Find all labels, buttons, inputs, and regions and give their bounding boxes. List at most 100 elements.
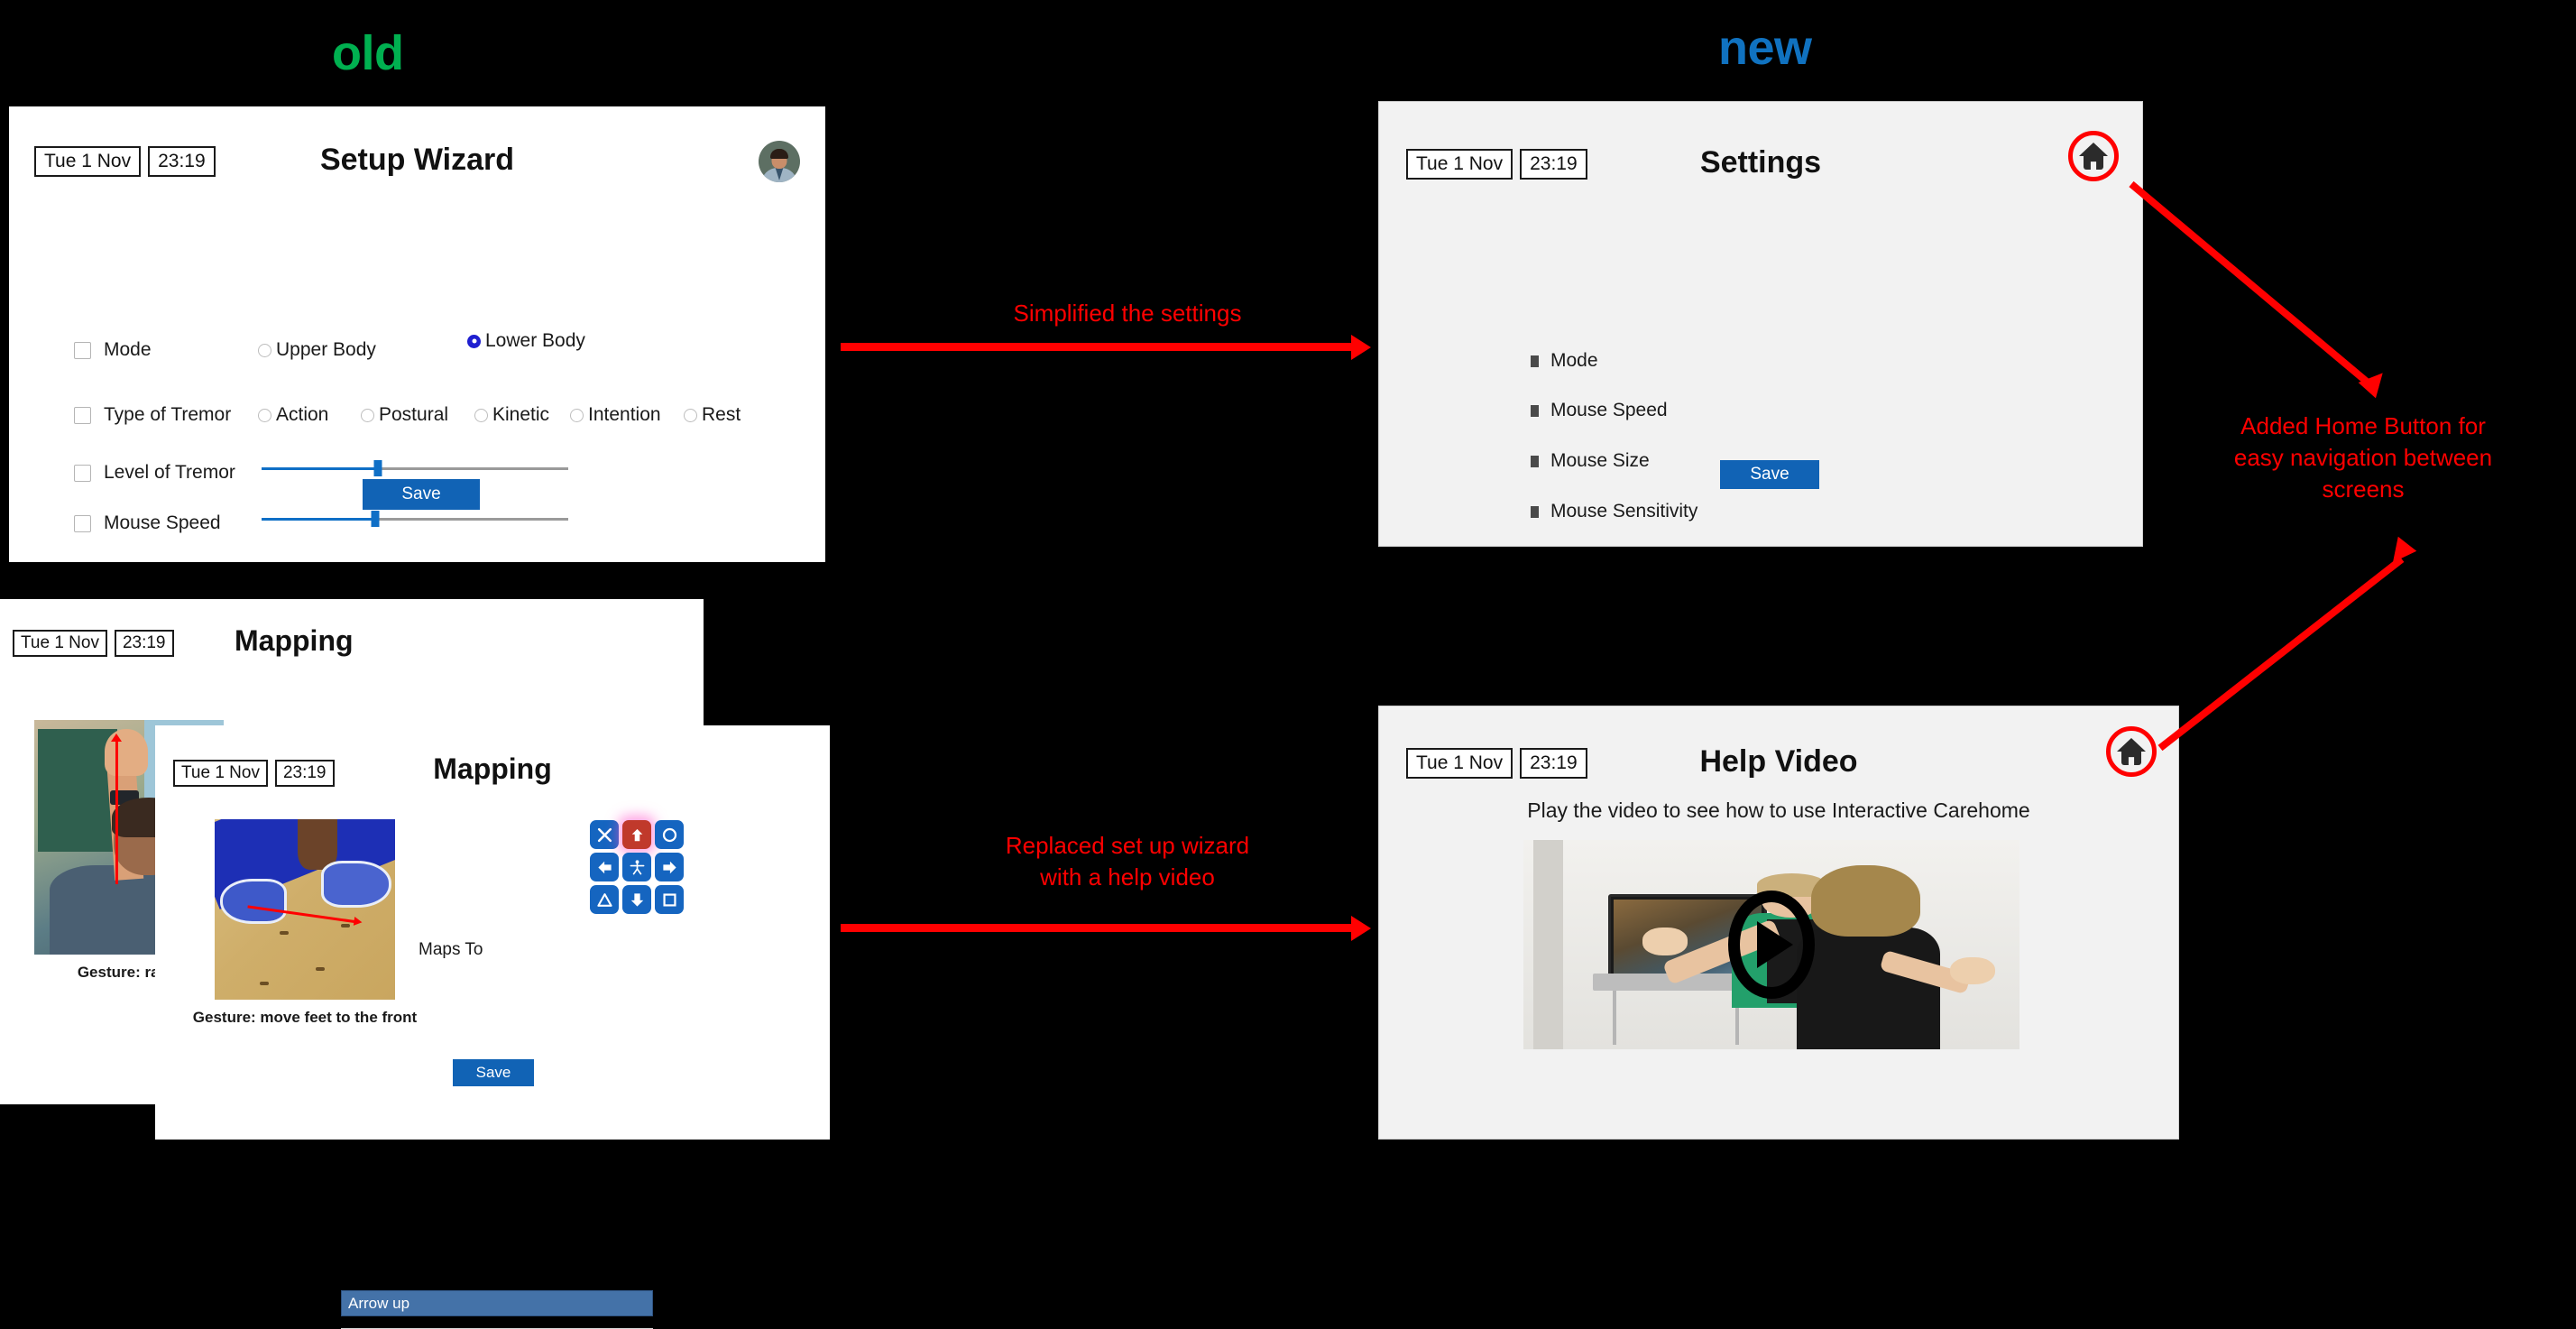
settings-row-label: Mode: [1550, 350, 1598, 371]
page-title: Settings: [1699, 145, 1822, 180]
person-key[interactable]: [622, 853, 651, 881]
annotation-replaced-line2: with a help video: [1040, 863, 1215, 891]
radio-label: Postural: [379, 404, 449, 425]
save-button[interactable]: Save: [453, 1059, 534, 1086]
help-video-subtitle: Play the video to see how to use Interac…: [1527, 798, 2030, 822]
radio-label: Upper Body: [276, 339, 376, 360]
radio-label: Intention: [588, 404, 661, 425]
radio-dot: [684, 408, 697, 422]
slider-fill: [262, 517, 375, 521]
mouse-speed-checkbox[interactable]: [74, 514, 91, 532]
help-video-panel: Tue 1 Nov 23:19 Help Video Play the vide…: [1378, 706, 2179, 1140]
bullet-icon: [1531, 404, 1539, 417]
form-row-label: Level of Tremor: [104, 462, 235, 483]
home-icon: [2117, 738, 2146, 765]
radio-label: Lower Body: [485, 330, 585, 351]
mouse-speed-slider[interactable]: [262, 511, 568, 527]
annotation-home-line1: Added Home Button for: [2240, 412, 2486, 439]
radio-label: Rest: [702, 404, 741, 425]
annotation-arrow-replaced-head: [1351, 916, 1371, 941]
annotation-home-line2: easy navigation between: [2233, 444, 2493, 472]
radio-intention[interactable]: Intention: [570, 404, 661, 426]
radio-rest[interactable]: Rest: [684, 404, 741, 426]
settings-row-label: Mouse Speed: [1550, 400, 1668, 420]
bullet-icon: [1531, 505, 1539, 518]
settings-row-mouse-speed: Mouse Speed: [1531, 400, 1668, 421]
page-title: Mapping: [433, 752, 552, 785]
slider-knob[interactable]: [371, 511, 380, 527]
radio-label: Action: [276, 404, 329, 425]
slider-knob[interactable]: [373, 460, 382, 476]
annotation-arrow-simplified-head: [1351, 335, 1371, 360]
form-row-mouse-speed: Mouse Speed: [74, 512, 239, 534]
new-version-label: new: [1718, 21, 1812, 75]
action-dropdown[interactable]: Arrow up: [341, 1290, 653, 1316]
save-button[interactable]: Save: [363, 479, 480, 510]
annotation-arrow-replaced: [841, 924, 1355, 932]
annotation-home-button: Added Home Button for easy navigation be…: [2165, 411, 2562, 505]
level-of-tremor-checkbox[interactable]: [74, 464, 91, 482]
form-row-label: Mouse Speed: [104, 512, 221, 533]
settings-row-mouse-size: Mouse Size: [1531, 450, 1650, 472]
date-chip: Tue 1 Nov: [13, 630, 107, 657]
setup-wizard-panel: Tue 1 Nov 23:19 Setup Wizard Mode Upper …: [9, 106, 825, 562]
level-of-tremor-slider[interactable]: [262, 460, 568, 476]
form-row-level-of-tremor: Level of Tremor: [74, 462, 239, 484]
radio-action[interactable]: Action: [258, 404, 328, 426]
radio-lower-body[interactable]: Lower Body: [467, 330, 585, 352]
radio-label: Kinetic: [492, 404, 550, 425]
page-title: Help Video: [1699, 744, 1858, 779]
gesture-caption: Gesture: move feet to the front: [192, 1009, 418, 1026]
mode-checkbox[interactable]: [74, 341, 91, 359]
settings-row-label: Mouse Sensitivity: [1550, 501, 1698, 521]
slider-fill: [262, 466, 379, 470]
arrow-up-key[interactable]: [622, 820, 651, 849]
annotation-simplified: Simplified the settings: [1013, 300, 1242, 327]
circle-key[interactable]: [655, 820, 684, 849]
triangle-key[interactable]: [590, 885, 619, 914]
old-version-label: old: [332, 26, 404, 80]
square-key[interactable]: [655, 885, 684, 914]
settings-row-mouse-sensitivity: Mouse Sensitivity: [1531, 501, 1697, 522]
home-icon: [2079, 143, 2108, 170]
radio-dot: [570, 408, 584, 422]
bullet-icon: [1531, 455, 1539, 467]
play-icon[interactable]: [1728, 891, 1815, 999]
annotation-home-line3: screens: [2322, 475, 2405, 503]
annotation-arrow-home-bottom: [2157, 556, 2405, 752]
arrow-down-key[interactable]: [622, 885, 651, 914]
radio-postural[interactable]: Postural: [361, 404, 448, 426]
radio-dot: [258, 408, 271, 422]
settings-panel: Tue 1 Nov 23:19 Settings Mode Upper Body…: [1378, 101, 2143, 547]
page-title: Setup Wizard: [319, 143, 515, 177]
page-title: Mapping: [235, 624, 354, 657]
annotation-replaced-line1: Replaced set up wizard: [1005, 832, 1250, 859]
annotation-arrow-simplified: [841, 343, 1355, 351]
mapping-back-status-chips: Tue 1 Nov 23:19: [13, 630, 174, 657]
settings-row-mode: Mode: [1531, 350, 1598, 372]
avatar[interactable]: [759, 141, 800, 182]
time-chip: 23:19: [114, 630, 174, 657]
type-of-tremor-checkbox[interactable]: [74, 406, 91, 424]
radio-kinetic[interactable]: Kinetic: [474, 404, 549, 426]
maps-to-label: Maps To: [419, 940, 483, 959]
x-key[interactable]: [590, 820, 619, 849]
home-button[interactable]: [2106, 726, 2157, 777]
carehome-exercise-video[interactable]: [1523, 840, 2019, 1049]
form-row-type-of-tremor: Type of Tremor: [74, 404, 239, 426]
dance-mat-keypad: [590, 820, 684, 914]
annotation-replaced: Replaced set up wizard with a help video: [866, 830, 1389, 893]
radio-dot: [467, 334, 481, 348]
save-button[interactable]: Save: [1720, 460, 1819, 489]
arrow-left-key[interactable]: [590, 853, 619, 881]
annotation-arrow-home-top-head: [2358, 365, 2392, 399]
radio-dot: [474, 408, 488, 422]
settings-row-label: Mouse Size: [1550, 450, 1650, 471]
feet-on-mat-photo: [215, 819, 395, 1000]
arrow-right-key[interactable]: [655, 853, 684, 881]
form-row-label: Mode: [104, 339, 152, 360]
annotation-arrow-home-top: [2129, 180, 2379, 393]
home-button[interactable]: [2068, 131, 2119, 181]
radio-dot: [258, 343, 271, 357]
radio-upper-body[interactable]: Upper Body: [258, 339, 376, 361]
